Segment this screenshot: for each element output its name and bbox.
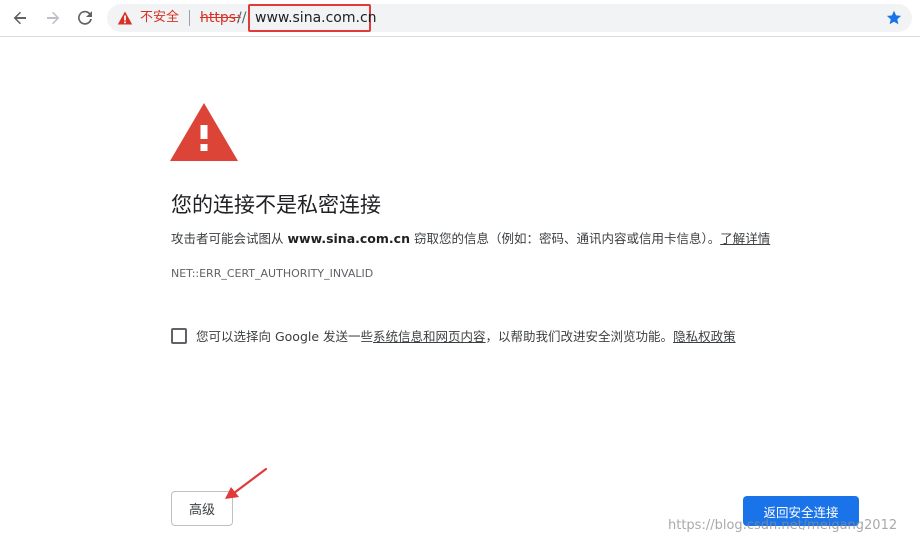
send-report-label: 您可以选择向 Google 发送一些系统信息和网页内容，以帮助我们改进安全浏览功… bbox=[196, 328, 736, 346]
warning-triangle-icon bbox=[117, 11, 133, 25]
opt-in-middle: ，以帮助我们改进安全浏览功能。 bbox=[485, 329, 674, 344]
error-code[interactable]: NET::ERR_CERT_AUTHORITY_INVALID bbox=[171, 267, 373, 281]
url-slashes: // bbox=[237, 10, 247, 26]
back-button[interactable] bbox=[8, 6, 32, 30]
page-title: 您的连接不是私密连接 bbox=[171, 193, 381, 217]
url-scheme: https: bbox=[200, 10, 241, 26]
learn-more-link[interactable]: 了解详情 bbox=[720, 231, 770, 246]
url-highlight-box: www.sina.com.cn bbox=[248, 4, 377, 32]
star-icon[interactable] bbox=[885, 9, 903, 27]
warning-triangle-icon bbox=[170, 103, 238, 161]
browser-toolbar: 不安全 https: // www.sina.com.cn bbox=[0, 0, 920, 37]
forward-arrow-icon bbox=[47, 11, 60, 25]
description-host: www.sina.com.cn bbox=[287, 231, 410, 246]
red-arrow-icon bbox=[225, 467, 268, 499]
reload-button[interactable] bbox=[73, 6, 97, 30]
security-status-label[interactable]: 不安全 bbox=[140, 10, 179, 26]
send-report-checkbox[interactable] bbox=[171, 328, 187, 344]
description-suffix: 窃取您的信息（例如：密码、通讯内容或信用卡信息）。 bbox=[409, 231, 721, 246]
url-host: www.sina.com.cn bbox=[255, 10, 377, 26]
system-info-link[interactable]: 系统信息和网页内容 bbox=[373, 329, 486, 344]
back-arrow-icon bbox=[13, 11, 26, 25]
watermark: https://blog.csdn.net/meigang2012 bbox=[668, 518, 898, 533]
reload-icon bbox=[78, 10, 92, 25]
opt-in-prefix: 您可以选择向 Google 发送一些 bbox=[196, 329, 374, 344]
warning-description: 攻击者可能会试图从 www.sina.com.cn 窃取您的信息（例如：密码、通… bbox=[171, 230, 770, 248]
forward-button[interactable] bbox=[41, 6, 65, 30]
privacy-policy-link[interactable]: 隐私权政策 bbox=[673, 329, 736, 344]
omnibox[interactable]: 不安全 https: // www.sina.com.cn bbox=[107, 4, 912, 32]
description-prefix: 攻击者可能会试图从 bbox=[171, 231, 288, 246]
omnibox-divider bbox=[189, 10, 190, 26]
